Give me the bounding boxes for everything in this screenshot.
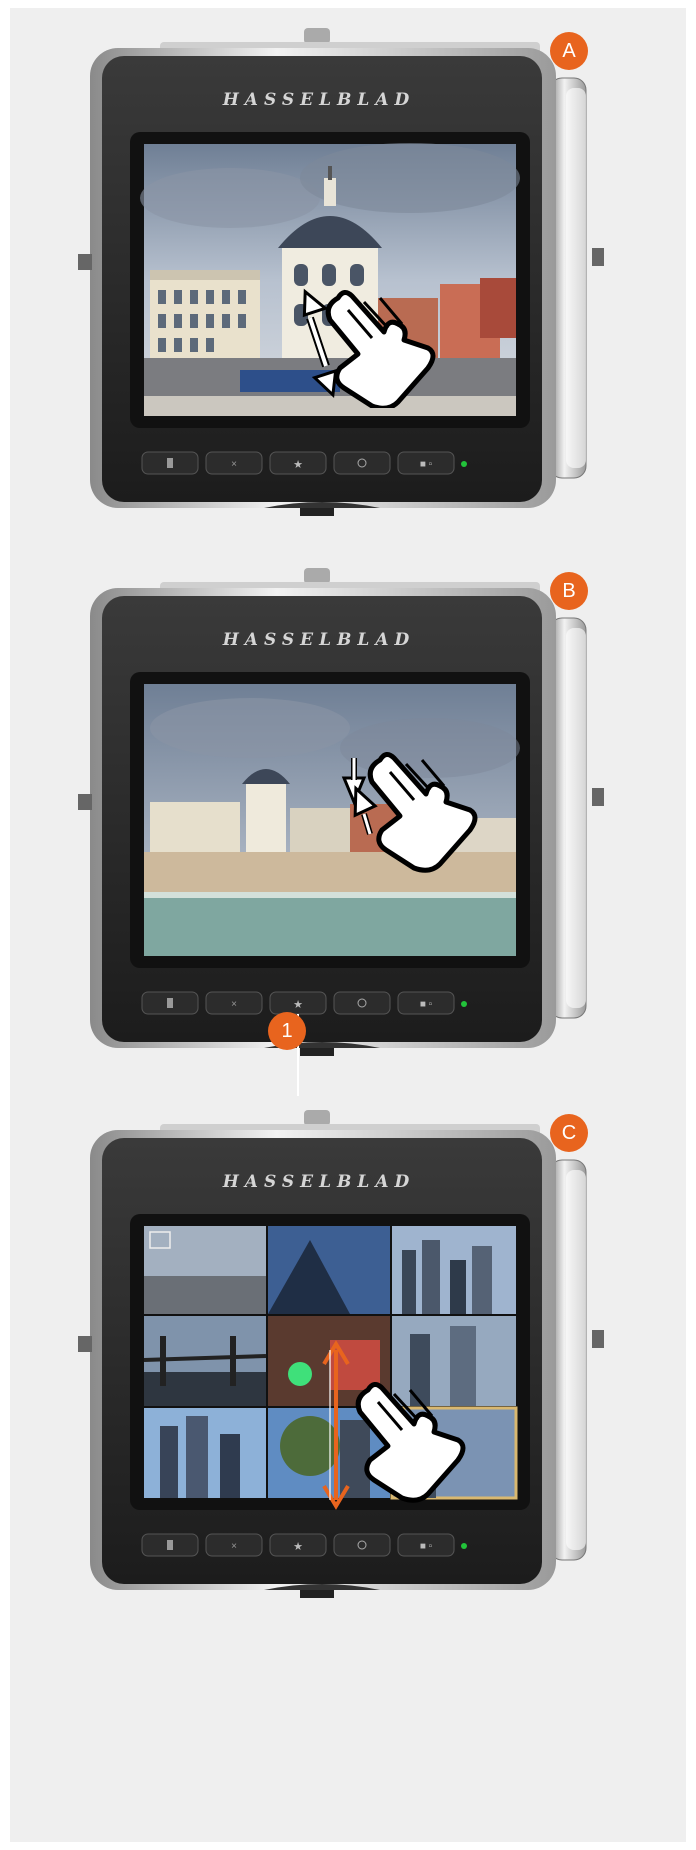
- button-row-a: × ★ ■ ▫: [141, 451, 467, 475]
- hand-pointer-icon: [325, 290, 436, 408]
- svg-text:■ ▫: ■ ▫: [420, 1541, 432, 1552]
- vertical-double-arrow-icon: [322, 1340, 350, 1510]
- panel-label-a: A: [550, 32, 588, 70]
- gesture-overlay-a: [302, 288, 436, 408]
- brand-logo: HASSELBLAD: [222, 90, 416, 110]
- panel-label-c: C: [550, 1114, 588, 1152]
- panel-b: HASSELBLAD × ★ ■ ▫ B 1: [10, 548, 686, 1148]
- callout-number-1: 1: [268, 1012, 306, 1050]
- svg-text:×: ×: [231, 1541, 237, 1552]
- svg-text:×: ×: [231, 459, 237, 470]
- figure-sheet: HASSELBLAD × ★ ■ ▫ A HASSELBLAD × ★ ■ ▫ …: [10, 8, 686, 1842]
- gesture-overlay-c: [322, 1340, 466, 1510]
- svg-text:■ ▫: ■ ▫: [420, 459, 432, 470]
- svg-text:★: ★: [293, 1541, 303, 1553]
- svg-text:★: ★: [293, 459, 303, 471]
- panel-a: HASSELBLAD × ★ ■ ▫ A: [10, 8, 686, 608]
- hand-pointer-icon: [367, 752, 478, 873]
- svg-text:■ ▫: ■ ▫: [420, 999, 432, 1010]
- hand-pointer-icon: [355, 1382, 466, 1503]
- brand-logo: HASSELBLAD: [222, 630, 416, 650]
- gesture-overlay-b: [341, 752, 478, 873]
- panel-label-b: B: [550, 572, 588, 610]
- svg-text:★: ★: [293, 999, 303, 1011]
- button-row-c: × ★ ■ ▫: [141, 1533, 467, 1557]
- panel-c: HASSELBLAD × ★ ■ ▫ C: [10, 1090, 686, 1690]
- brand-logo: HASSELBLAD: [222, 1172, 416, 1192]
- button-row-b: × ★ ■ ▫: [141, 991, 467, 1015]
- svg-text:×: ×: [231, 999, 237, 1010]
